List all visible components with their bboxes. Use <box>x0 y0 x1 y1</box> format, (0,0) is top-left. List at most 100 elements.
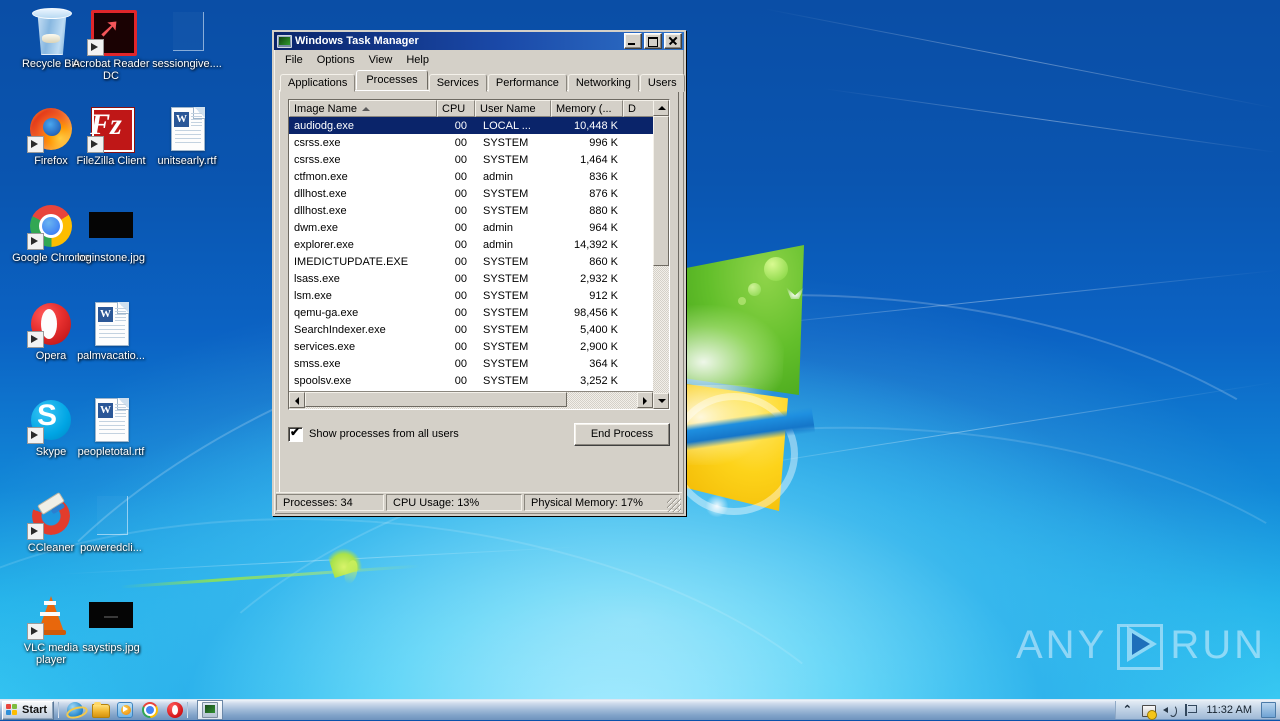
maximize-button[interactable] <box>644 33 662 49</box>
process-list-rows[interactable]: audiodg.exe 00 LOCAL ... 10,448 K csrss.exe 0… <box>289 117 653 392</box>
internet-explorer-icon[interactable] <box>67 702 84 718</box>
process-row[interactable]: smss.exe 00 SYSTEM 364 K <box>289 355 653 372</box>
scroll-right-button[interactable] <box>637 392 653 408</box>
process-row[interactable]: SearchIndexer.exe 00 SYSTEM 5,400 K <box>289 321 653 338</box>
google-chrome-icon[interactable] <box>142 702 159 718</box>
process-row[interactable]: ctfmon.exe 00 admin 836 K <box>289 168 653 185</box>
menu-bar[interactable]: File Options View Help <box>274 50 684 69</box>
volume-icon[interactable] <box>1162 703 1178 717</box>
process-list[interactable]: Image Name CPU User Name Memory (... D audio… <box>288 99 670 410</box>
process-user: admin <box>483 170 513 183</box>
desktop-icon-peopletotal-rtf[interactable]: Wpeopletotal.rtf <box>68 396 154 458</box>
desktop-icon-saystips-jpg[interactable]: saystips.jpg <box>68 592 154 654</box>
menu-item-options[interactable]: Options <box>310 53 362 67</box>
windows-media-player-icon[interactable] <box>117 702 134 718</box>
horizontal-scroll-thumb[interactable] <box>305 392 567 407</box>
tab-strip[interactable]: Applications Processes Services Performance… <box>274 69 685 92</box>
desktop-icon-poweredcli[interactable]: poweredcli... <box>68 492 154 554</box>
windows-explorer-icon[interactable] <box>92 702 111 718</box>
system-tray[interactable]: ⌃ 11:32 AM <box>1115 701 1280 720</box>
minimize-button[interactable] <box>624 33 642 49</box>
desktop-icon-label: saystips.jpg <box>82 642 140 654</box>
menu-item-file[interactable]: File <box>278 53 310 67</box>
vertical-scroll-track[interactable] <box>653 116 669 393</box>
tab-users[interactable]: Users <box>639 74 685 92</box>
horizontal-scroll-track[interactable] <box>305 392 637 409</box>
opera-icon[interactable] <box>167 702 184 718</box>
process-memory: 2,900 K <box>580 340 618 353</box>
menu-item-help[interactable]: Help <box>399 53 436 67</box>
process-cpu: 00 <box>454 153 467 166</box>
windows-flag-icon <box>6 703 19 717</box>
process-cpu: 00 <box>454 119 467 132</box>
start-button[interactable]: Start <box>2 700 55 720</box>
tab-performance[interactable]: Performance <box>487 74 567 92</box>
network-icon[interactable] <box>1141 703 1158 720</box>
process-row[interactable]: qemu-ga.exe 00 SYSTEM 98,456 K <box>289 304 653 321</box>
vertical-scroll-thumb[interactable] <box>653 116 669 266</box>
clock[interactable]: 11:32 AM <box>1204 704 1254 716</box>
desktop-icon-label: poweredcli... <box>80 542 142 554</box>
end-process-button[interactable]: End Process <box>574 422 670 446</box>
column-header-label: Image Name <box>294 102 357 115</box>
process-row[interactable]: dllhost.exe 00 SYSTEM 876 K <box>289 185 653 202</box>
quick-launch-bar[interactable] <box>67 702 184 718</box>
process-memory: 364 K <box>589 357 618 370</box>
action-center-flag-icon[interactable] <box>1183 703 1198 717</box>
show-all-users-checkbox[interactable]: Show processes from all users <box>288 425 459 442</box>
tab-applications[interactable]: Applications <box>280 74 356 92</box>
process-row[interactable]: IMEDICTUPDATE.EXE 00 SYSTEM 860 K <box>289 253 653 270</box>
desktop-icon-acrobat-reader-dc[interactable]: ➚ Acrobat Reader DC <box>68 8 154 82</box>
tab-label: Performance <box>495 77 559 89</box>
column-header-cpu[interactable]: CPU <box>437 100 475 117</box>
shortcut-arrow-icon <box>27 427 44 444</box>
process-memory: 5,400 K <box>580 323 618 336</box>
menu-item-view[interactable]: View <box>362 53 400 67</box>
process-cpu: 00 <box>454 289 467 302</box>
task-manager-window[interactable]: Windows Task Manager File Options View Help… <box>272 30 686 516</box>
window-titlebar[interactable]: Windows Task Manager <box>274 32 684 50</box>
process-row[interactable]: services.exe 00 SYSTEM 2,900 K <box>289 338 653 355</box>
shortcut-arrow-icon <box>27 331 44 348</box>
show-all-users-label: Show processes from all users <box>309 428 459 440</box>
desktop-icon-filezilla-client[interactable]: Fz FileZilla Client <box>68 105 154 167</box>
process-row[interactable]: dwm.exe 00 admin 964 K <box>289 219 653 236</box>
checkbox-box[interactable] <box>288 425 303 442</box>
taskbar-task-taskmanager[interactable] <box>197 700 224 720</box>
column-header-image-name[interactable]: Image Name <box>289 100 437 117</box>
acrobat-icon: ➚ <box>87 8 137 56</box>
process-row[interactable]: spoolsv.exe 00 SYSTEM 3,252 K <box>289 372 653 389</box>
column-header-user-name[interactable]: User Name <box>475 100 551 117</box>
scroll-left-button[interactable] <box>289 392 305 408</box>
process-row[interactable]: csrss.exe 00 SYSTEM 996 K <box>289 134 653 151</box>
vertical-scrollbar[interactable] <box>653 100 669 409</box>
desktop-icon-sessiongive[interactable]: sessiongive.... <box>144 8 230 70</box>
process-row[interactable]: dllhost.exe 00 SYSTEM 880 K <box>289 202 653 219</box>
process-cpu: 00 <box>454 272 467 285</box>
process-row[interactable]: explorer.exe 00 admin 14,392 K <box>289 236 653 253</box>
column-header-memory[interactable]: Memory (... <box>551 100 623 117</box>
scroll-up-button[interactable] <box>653 100 669 116</box>
blankdoc-icon <box>163 8 211 56</box>
taskbar-task-buttons[interactable] <box>192 700 224 720</box>
horizontal-scrollbar[interactable] <box>289 391 653 409</box>
process-user: SYSTEM <box>483 204 529 217</box>
process-row[interactable]: csrss.exe 00 SYSTEM 1,464 K <box>289 151 653 168</box>
process-row[interactable]: lsm.exe 00 SYSTEM 912 K <box>289 287 653 304</box>
process-list-header[interactable]: Image Name CPU User Name Memory (... D <box>289 100 669 118</box>
process-row[interactable]: lsass.exe 00 SYSTEM 2,932 K <box>289 270 653 287</box>
taskbar[interactable]: Start ⌃ 11:32 AM <box>0 699 1280 720</box>
desktop-icon-unitsearly-rtf[interactable]: Wunitsearly.rtf <box>144 105 230 167</box>
show-hidden-icons-icon[interactable]: ⌃ <box>1120 703 1134 717</box>
scroll-down-button[interactable] <box>653 393 669 409</box>
tab-networking[interactable]: Networking <box>567 74 639 92</box>
process-row[interactable]: audiodg.exe 00 LOCAL ... 10,448 K <box>289 117 653 134</box>
tab-processes[interactable]: Processes <box>356 70 428 90</box>
close-button[interactable] <box>664 33 682 49</box>
desktop-icon-palmvacatio[interactable]: Wpalmvacatio... <box>68 300 154 362</box>
process-name: SearchIndexer.exe <box>294 323 386 336</box>
show-desktop-button[interactable] <box>1261 702 1276 718</box>
process-user: SYSTEM <box>483 136 529 149</box>
tab-services[interactable]: Services <box>428 74 487 92</box>
desktop-icon-loginstone-jpg[interactable]: loginstone.jpg <box>68 202 154 264</box>
